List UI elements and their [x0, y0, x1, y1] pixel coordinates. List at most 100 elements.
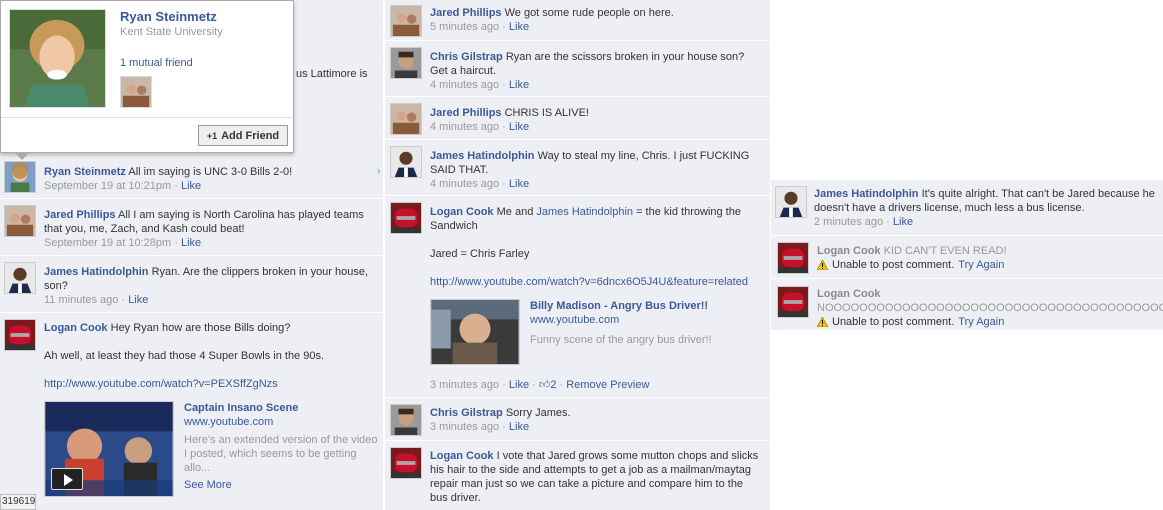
- comment-time[interactable]: 3 minutes ago: [430, 379, 499, 391]
- comment-author[interactable]: Logan Cook: [430, 206, 494, 218]
- profile-photo[interactable]: [9, 9, 106, 108]
- avatar[interactable]: [4, 161, 36, 193]
- remove-preview-link[interactable]: Remove Preview: [566, 379, 649, 391]
- comment-text: Me and: [496, 206, 534, 218]
- chevron-right-icon: ›: [377, 166, 381, 177]
- comment-item: Jared Phillips CHRIS IS ALIVE! 4 minutes…: [385, 98, 770, 140]
- separator: ·: [499, 421, 509, 433]
- video-domain[interactable]: www.youtube.com: [184, 415, 380, 429]
- comment-text: We got some rude people on here.: [504, 7, 674, 19]
- comment-item-failed: Logan Cook KID CAN'T EVEN READ! Unable t…: [771, 237, 1163, 279]
- add-friend-button[interactable]: +1 Add Friend: [198, 125, 288, 146]
- avatar[interactable]: [4, 262, 36, 294]
- comment-item: Logan Cook Hey Ryan how are those Bills …: [0, 314, 383, 510]
- comment-text: CHRIS IS ALIVE!: [504, 107, 589, 119]
- play-icon[interactable]: [51, 468, 83, 490]
- like-link[interactable]: Like: [509, 121, 529, 133]
- comment-author[interactable]: Jared Phillips: [430, 107, 502, 119]
- divider: [1, 117, 293, 118]
- avatar[interactable]: [4, 205, 36, 237]
- avatar[interactable]: [775, 186, 807, 218]
- avatar[interactable]: [390, 146, 422, 178]
- comment-time[interactable]: 5 minutes ago: [430, 21, 499, 33]
- try-again-link[interactable]: Try Again: [958, 258, 1004, 272]
- comment-item: Logan Cook Me and James Hatindolphin = t…: [385, 197, 770, 398]
- hovercard-pointer: [14, 152, 30, 160]
- mutual-friends-link[interactable]: 1 mutual friend: [120, 57, 193, 69]
- like-link[interactable]: Like: [181, 237, 201, 249]
- avatar[interactable]: [777, 242, 809, 274]
- separator: ·: [556, 379, 567, 391]
- comment-author[interactable]: Jared Phillips: [430, 7, 502, 19]
- comment-item: Chris Gilstrap Ryan are the scissors bro…: [385, 42, 770, 97]
- comment-text: NOOOOOOOOOOOOOOOOOOOOOOOOOOOOOOOOOOOOOOO…: [817, 302, 1163, 314]
- separator: ·: [499, 21, 509, 33]
- avatar[interactable]: [390, 404, 422, 436]
- like-link[interactable]: Like: [181, 180, 201, 192]
- video-title[interactable]: Billy Madison - Angry Bus Driver!!: [530, 299, 765, 313]
- comment-time[interactable]: September 19 at 10:21pm: [44, 180, 171, 192]
- avatar[interactable]: [777, 286, 809, 318]
- comment-time[interactable]: 3 minutes ago: [430, 421, 499, 433]
- separator: ·: [171, 237, 181, 249]
- comment-text: Hey Ryan how are those Bills doing?: [110, 322, 291, 334]
- like-link[interactable]: Like: [509, 421, 529, 433]
- comment-author[interactable]: Logan Cook: [430, 450, 494, 462]
- separator: ·: [171, 180, 181, 192]
- comment-time[interactable]: 2 minutes ago: [814, 216, 883, 228]
- like-link[interactable]: Like: [509, 21, 529, 33]
- avatar[interactable]: [390, 5, 422, 37]
- comment-time[interactable]: 11 minutes ago: [44, 294, 118, 306]
- comment-item: Chris Gilstrap Sorry James. 3 minutes ag…: [385, 399, 770, 441]
- separator: ·: [529, 379, 539, 391]
- comment-author[interactable]: Logan Cook: [44, 322, 108, 334]
- youtube-link[interactable]: http://www.youtube.com/watch?v=6dncx6O5J…: [430, 275, 765, 289]
- comment-author[interactable]: James Hatindolphin: [430, 150, 535, 162]
- youtube-link[interactable]: http://www.youtube.com/watch?v=PEXSffZgN…: [44, 377, 379, 391]
- error-message: Unable to post comment.: [832, 259, 955, 271]
- video-thumbnail[interactable]: [430, 299, 520, 365]
- partial-comment-text: us Lattimore is: [296, 68, 368, 80]
- comment-author[interactable]: Chris Gilstrap: [430, 407, 503, 419]
- mutual-friend-avatar[interactable]: [120, 76, 152, 108]
- comment-time[interactable]: September 19 at 10:28pm: [44, 237, 171, 249]
- try-again-link[interactable]: Try Again: [958, 315, 1004, 329]
- comments-column-right: James Hatindolphin It's quite alright. T…: [771, 180, 1163, 330]
- like-link[interactable]: Like: [893, 216, 913, 228]
- mention-link[interactable]: James Hatindolphin: [536, 206, 633, 218]
- avatar[interactable]: [4, 319, 36, 351]
- comment-item: Logan Cook I vote that Jared grows some …: [385, 442, 770, 510]
- comment-time[interactable]: 4 minutes ago: [430, 121, 499, 133]
- avatar[interactable]: [390, 103, 422, 135]
- comment-author[interactable]: Ryan Steinmetz: [44, 166, 126, 178]
- comment-author[interactable]: Chris Gilstrap: [430, 51, 503, 63]
- thumbs-up-icon[interactable]: 👍︎: [539, 379, 551, 391]
- avatar[interactable]: [390, 47, 422, 79]
- separator: ·: [118, 294, 129, 306]
- separator: ·: [499, 379, 509, 391]
- comment-text: KID CAN'T EVEN READ!: [883, 245, 1007, 257]
- avatar[interactable]: [390, 202, 422, 234]
- comment-author[interactable]: Jared Phillips: [44, 209, 116, 221]
- hovercard-name[interactable]: Ryan Steinmetz: [120, 9, 217, 24]
- comment-text-line2: Jared = Chris Farley: [430, 248, 530, 260]
- video-thumbnail[interactable]: [44, 401, 174, 497]
- separator: ·: [883, 216, 893, 228]
- avatar[interactable]: [390, 447, 422, 479]
- comment-text: All im saying is UNC 3-0 Bills 2-0!: [128, 166, 293, 178]
- video-domain[interactable]: www.youtube.com: [530, 313, 765, 327]
- like-link[interactable]: Like: [509, 79, 529, 91]
- comment-author[interactable]: Logan Cook: [817, 245, 881, 257]
- like-link[interactable]: Like: [509, 379, 529, 391]
- comment-author[interactable]: James Hatindolphin: [44, 266, 149, 278]
- video-title[interactable]: Captain Insano Scene: [184, 401, 380, 415]
- separator: ·: [499, 178, 509, 190]
- like-link[interactable]: Like: [509, 178, 529, 190]
- comment-time[interactable]: 4 minutes ago: [430, 79, 499, 91]
- like-link[interactable]: Like: [128, 294, 148, 306]
- comment-time[interactable]: 4 minutes ago: [430, 178, 499, 190]
- comment-author[interactable]: James Hatindolphin: [814, 188, 919, 200]
- status-counter: 319619: [0, 494, 36, 510]
- see-more-link[interactable]: See More: [184, 478, 380, 492]
- comment-author[interactable]: Logan Cook: [817, 287, 1161, 301]
